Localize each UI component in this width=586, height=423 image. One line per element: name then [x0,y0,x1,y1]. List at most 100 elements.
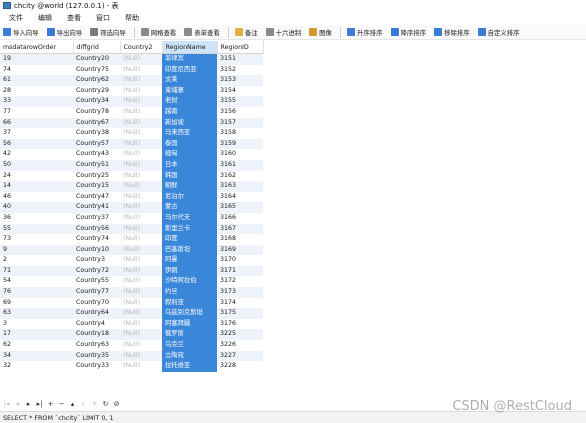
cell-msdataroworder[interactable]: 14 [0,181,73,192]
cell-regionid[interactable]: 3161 [217,159,263,171]
table-row[interactable]: 37 Country38 (Null) 马来西亚 3158 [0,128,263,139]
custom-sort-button[interactable]: 自定义排序 [475,26,523,39]
cell-regionid[interactable]: 3155 [217,96,263,107]
cell-diffgrid[interactable]: Country78 [73,107,120,118]
cell-regionid[interactable]: 3171 [217,265,263,277]
cell-regionname[interactable]: 俄罗斯 [162,329,217,341]
cell-country2[interactable]: (Null) [120,329,162,341]
cell-diffgrid[interactable]: Country70 [73,298,120,309]
cell-diffgrid[interactable]: Country43 [73,149,120,160]
cell-regionname[interactable]: 新加坡 [162,117,217,129]
cell-country2[interactable]: (Null) [120,213,162,224]
cell-diffgrid[interactable]: Country38 [73,128,120,139]
cell-diffgrid[interactable]: Country4 [73,319,120,330]
cell-regionid[interactable]: 3158 [217,128,263,139]
cell-regionname[interactable]: 阿曼 [162,255,217,266]
table-row[interactable]: 73 Country74 (Null) 印度 3168 [0,234,263,245]
table-row[interactable]: 77 Country78 (Null) 越南 3156 [0,106,263,118]
cell-regionname[interactable]: 乌克兰 [162,340,217,351]
cell-diffgrid[interactable]: Country77 [73,287,120,298]
hex-button[interactable]: 十六进制 [263,26,305,39]
cell-regionid[interactable]: 3225 [217,329,263,341]
cell-msdataroworder[interactable]: 61 [0,75,73,86]
cell-msdataroworder[interactable]: 73 [0,234,73,245]
cell-msdataroworder[interactable]: 3 [0,319,73,330]
table-row[interactable]: 55 Country56 (Null) 斯里兰卡 3167 [0,223,263,235]
menu-item-0[interactable]: 文件 [3,13,29,23]
cell-msdataroworder[interactable]: 17 [0,329,73,341]
cell-msdataroworder[interactable]: 55 [0,223,73,235]
cell-msdataroworder[interactable]: 28 [0,86,73,97]
cell-regionid[interactable]: 3226 [217,340,263,351]
cell-diffgrid[interactable]: Country10 [73,244,120,256]
cell-regionname[interactable]: 巴基斯坦 [162,244,217,256]
cell-regionname[interactable]: 老挝 [162,96,217,107]
data-grid-area[interactable]: msdatarowOrder diffgrid Country2 RegionName… [0,41,586,396]
cell-diffgrid[interactable]: Country37 [73,213,120,224]
cell-msdataroworder[interactable]: 46 [0,192,73,203]
cell-country2[interactable]: (Null) [120,181,162,192]
table-row[interactable]: 71 Country72 (Null) 伊朗 3171 [0,265,263,277]
cell-msdataroworder[interactable]: 56 [0,138,73,150]
table-row[interactable]: 63 Country64 (Null) 乌兹别克斯坦 3175 [0,308,263,319]
table-row[interactable]: 66 Country67 (Null) 新加坡 3157 [0,117,263,129]
column-header-msdataroworder[interactable]: msdatarowOrder [0,41,74,54]
cell-country2[interactable]: (Null) [120,298,162,309]
table-row[interactable]: 3 Country4 (Null) 阿塞拜疆 3176 [0,318,263,330]
cell-diffgrid[interactable]: Country75 [73,65,120,76]
table-row[interactable]: 9 Country10 (Null) 巴基斯坦 3169 [0,244,263,256]
cell-msdataroworder[interactable]: 71 [0,265,73,277]
prev-record-button[interactable]: ◂ [13,399,22,409]
cell-msdataroworder[interactable]: 63 [0,308,73,319]
cell-country2[interactable]: (Null) [120,276,162,287]
cell-regionid[interactable]: 3154 [217,86,263,97]
table-row[interactable]: 14 Country15 (Null) 朝鲜 3163 [0,181,263,192]
refresh-button[interactable]: ↻ [101,399,110,409]
next-record-button[interactable]: ▸ [24,399,33,409]
cell-country2[interactable]: (Null) [120,128,162,139]
cell-regionid[interactable]: 3153 [217,75,263,86]
cell-msdataroworder[interactable]: 37 [0,128,73,139]
column-header-diffgrid[interactable]: diffgrid [73,41,121,54]
cell-diffgrid[interactable]: Country3 [73,255,120,266]
cell-regionname[interactable]: 尼泊尔 [162,191,217,203]
column-header-regionid[interactable]: RegionID [217,41,264,54]
apply-changes-button[interactable]: ✓ [79,399,88,409]
cell-regionname[interactable]: 蒙古 [162,202,217,213]
cell-regionname[interactable]: 柬埔寨 [162,85,217,97]
cell-diffgrid[interactable]: Country63 [73,340,120,351]
cell-regionname[interactable]: 韩国 [162,170,217,182]
cell-regionname[interactable]: 印度 [162,234,217,245]
cell-regionid[interactable]: 3175 [217,308,263,319]
cell-country2[interactable]: (Null) [120,202,162,213]
cell-country2[interactable]: (Null) [120,308,162,319]
cell-regionname[interactable]: 菲律宾 [162,53,217,65]
table-row[interactable]: 40 Country41 (Null) 蒙古 3165 [0,202,263,213]
cell-regionid[interactable]: 3152 [217,65,263,76]
cell-country2[interactable]: (Null) [120,65,162,76]
table-row[interactable]: 28 Country29 (Null) 柬埔寨 3154 [0,85,263,97]
cell-country2[interactable]: (Null) [120,244,162,256]
table-row[interactable]: 76 Country77 (Null) 约旦 3173 [0,287,263,298]
cell-diffgrid[interactable]: Country15 [73,181,120,192]
cell-diffgrid[interactable]: Country56 [73,223,120,235]
cell-country2[interactable]: (Null) [120,319,162,330]
table-row[interactable]: 19 Country20 (Null) 菲律宾 3151 [0,53,263,65]
table-row[interactable]: 69 Country70 (Null) 叙利亚 3174 [0,297,263,309]
cell-msdataroworder[interactable]: 50 [0,159,73,171]
cell-msdataroworder[interactable]: 32 [0,361,73,372]
cell-regionid[interactable]: 3160 [217,149,263,160]
cell-regionname[interactable]: 印度尼西亚 [162,64,217,76]
cell-msdataroworder[interactable]: 33 [0,96,73,107]
menu-item-3[interactable]: 窗口 [90,13,116,23]
cell-regionname[interactable]: 马来西亚 [162,128,217,139]
menu-item-1[interactable]: 编辑 [32,13,58,23]
cell-country2[interactable]: (Null) [120,149,162,160]
cell-regionname[interactable]: 立陶宛 [162,350,217,362]
cell-regionid[interactable]: 3172 [217,276,263,287]
cell-regionname[interactable]: 叙利亚 [162,297,217,309]
table-row[interactable]: 33 Country34 (Null) 老挝 3155 [0,96,263,107]
cell-country2[interactable]: (Null) [120,96,162,107]
form-view-button[interactable]: 表单查看 [181,26,223,39]
cell-country2[interactable]: (Null) [120,159,162,171]
